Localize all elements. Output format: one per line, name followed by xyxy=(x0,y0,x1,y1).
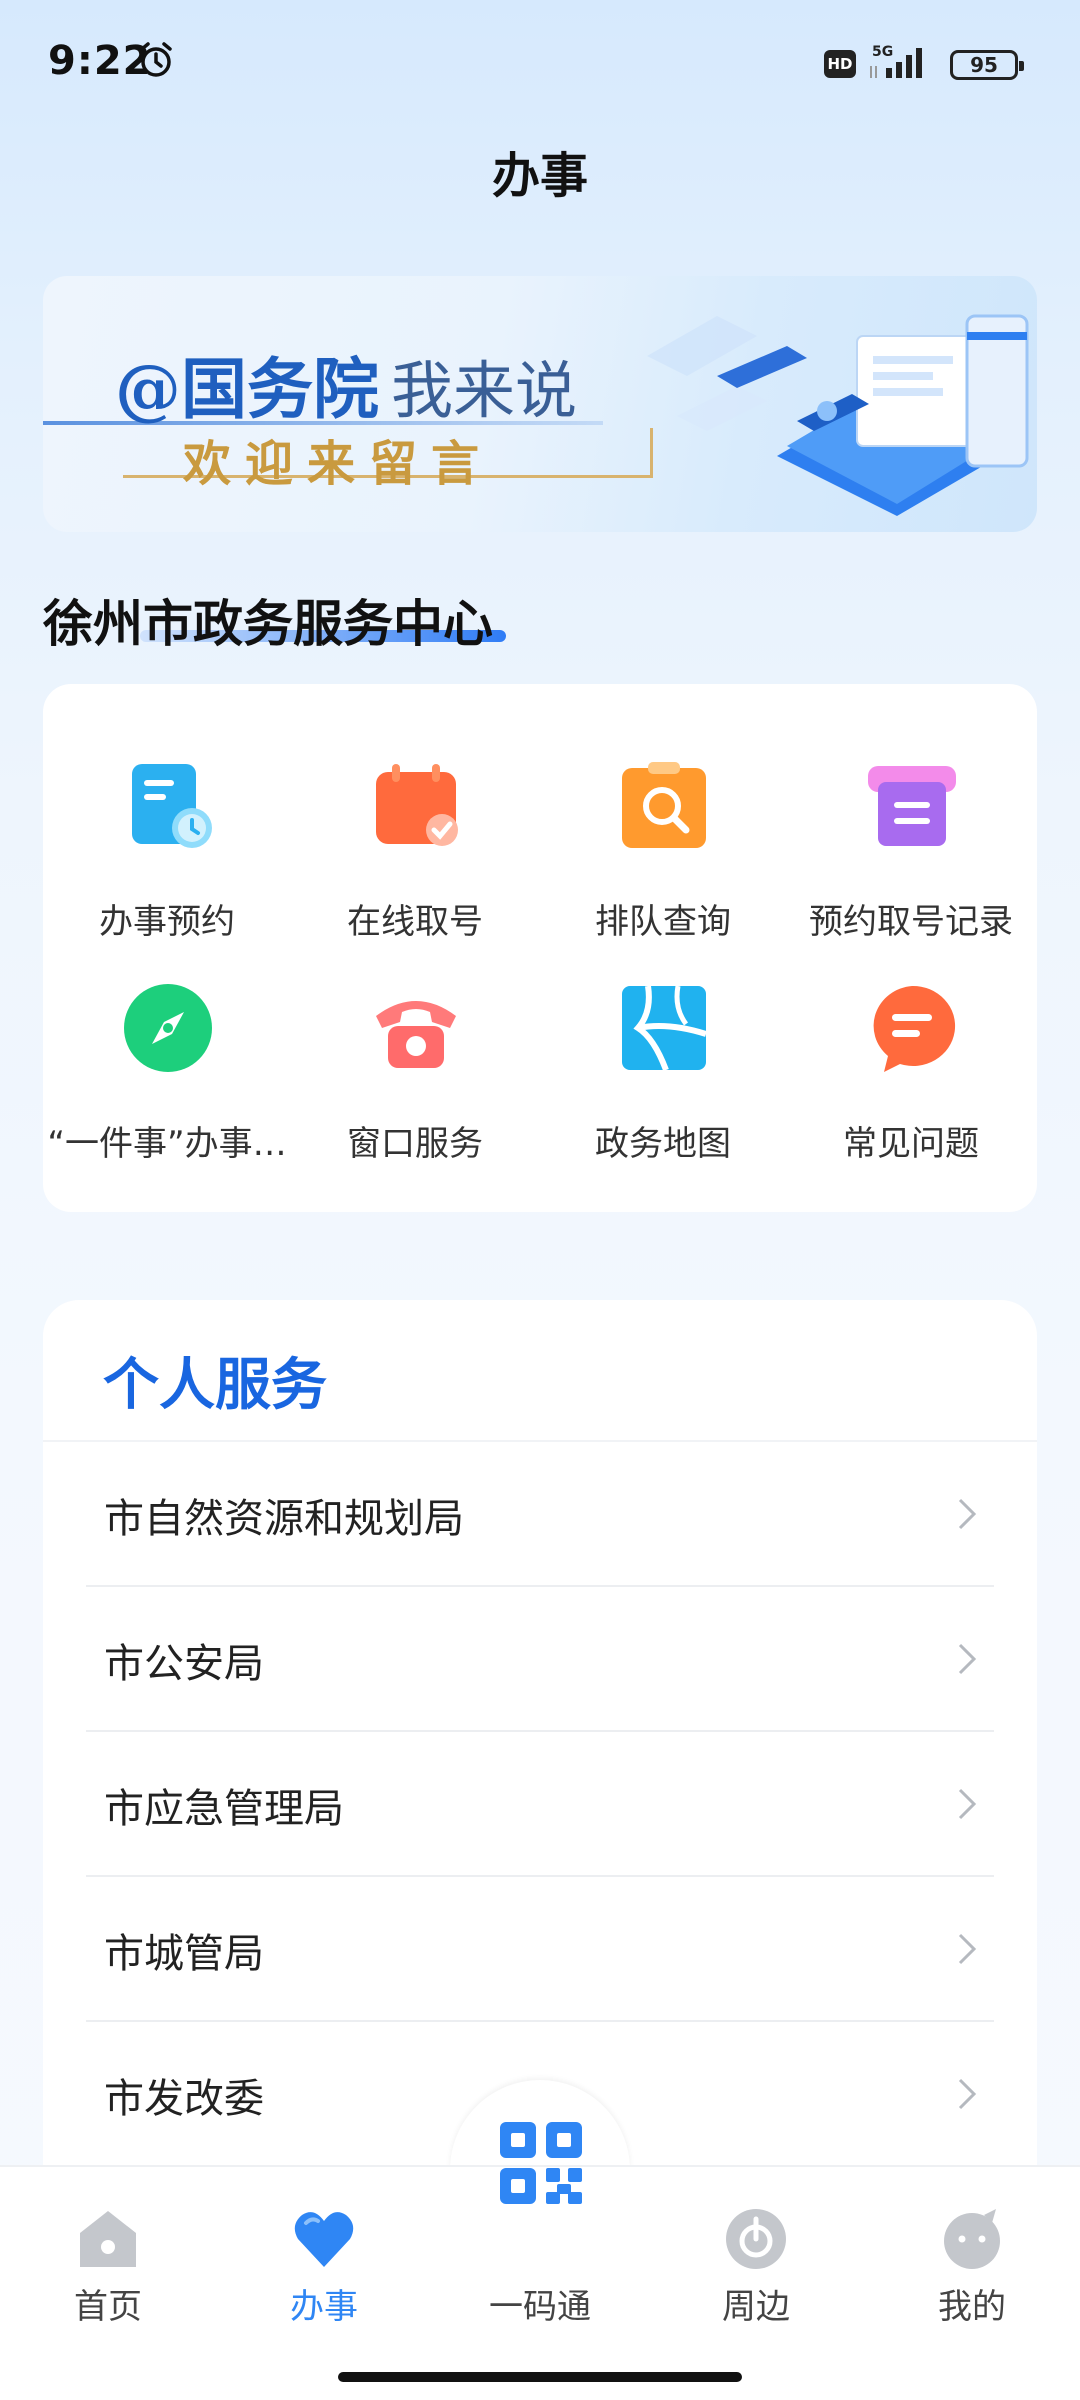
grid-item-ticket-record[interactable]: 预约取号记录 xyxy=(787,724,1035,946)
grid-item-one-thing[interactable]: “一件事”办事… xyxy=(43,946,291,1168)
tab-profile[interactable]: 我的 xyxy=(892,2207,1052,2337)
heart-icon xyxy=(294,2212,354,2267)
chevron-right-icon xyxy=(958,2078,977,2110)
tab-label: 办事 xyxy=(290,2287,358,2327)
grid-item-faq[interactable]: 常见问题 xyxy=(787,946,1035,1168)
alarm-icon xyxy=(140,42,172,77)
appointment-icon xyxy=(132,764,212,848)
list-item-label: 市自然资源和规划局 xyxy=(104,1496,464,1542)
grid-item-gov-map[interactable]: 政务地图 xyxy=(539,946,787,1168)
home-indicator[interactable] xyxy=(338,2372,742,2382)
tab-nearby[interactable]: 周边 xyxy=(676,2207,836,2337)
center-title: 徐州市政务服务中心 xyxy=(43,595,493,653)
tab-label: 一码通 xyxy=(489,2287,591,2327)
profile-icon xyxy=(944,2209,1000,2269)
chevron-right-icon xyxy=(958,1788,977,1820)
hd-badge: HD xyxy=(824,50,856,78)
telephone-icon xyxy=(376,1001,456,1068)
grid-label: 排队查询 xyxy=(595,902,731,942)
service-grid: 办事预约 在线取号 排队查询 预约取号记录 “一件事”办事… 窗口服务 政务地图… xyxy=(43,684,1037,1212)
promo-banner[interactable]: @国务院 我来说 欢迎来留言 xyxy=(43,276,1037,532)
chevron-right-icon xyxy=(958,1933,977,1965)
network-label: 5G xyxy=(872,44,893,60)
home-icon xyxy=(80,2211,136,2267)
signal-icon: 5G xyxy=(870,44,922,78)
tab-label: 我的 xyxy=(938,2287,1006,2327)
grid-label: 预约取号记录 xyxy=(809,902,1013,942)
banner-illustration xyxy=(647,314,1029,516)
grid-item-queue-query[interactable]: 排队查询 xyxy=(539,724,787,946)
chat-bubble-icon xyxy=(873,985,956,1072)
calendar-check-icon xyxy=(376,764,458,846)
grid-item-appointment[interactable]: 办事预约 xyxy=(43,724,291,946)
banner-headline: @国务院 我来说 xyxy=(115,336,577,432)
grid-label: 政务地图 xyxy=(595,1124,731,1164)
grid-label: 窗口服务 xyxy=(347,1124,483,1164)
banner-subtitle: 欢迎来留言 xyxy=(183,436,494,492)
list-item-public-security[interactable]: 市公安局 xyxy=(86,1587,994,1732)
list-item-urban-management[interactable]: 市城管局 xyxy=(86,1877,994,2022)
qr-code-icon[interactable] xyxy=(498,2120,584,2206)
banner-headline-sub: 我来说 xyxy=(391,354,578,427)
list-item-natural-resources[interactable]: 市自然资源和规划局 xyxy=(86,1442,994,1587)
personal-service-card: 个人服务 市自然资源和规划局 市公安局 市应急管理局 市城管局 市发改委 xyxy=(43,1300,1037,2200)
grid-label: 常见问题 xyxy=(843,1124,979,1164)
list-item-label: 市城管局 xyxy=(104,1931,264,1977)
tab-label: 首页 xyxy=(74,2287,142,2327)
banner-headline-main: @国务院 xyxy=(115,350,379,428)
battery-level: 95 xyxy=(970,53,998,77)
tab-services[interactable]: 办事 xyxy=(244,2207,404,2337)
tab-label: 周边 xyxy=(722,2287,790,2327)
tab-qr-code[interactable]: 一码通 xyxy=(460,2207,620,2337)
chevron-right-icon xyxy=(958,1643,977,1675)
tab-home[interactable]: 首页 xyxy=(28,2207,188,2337)
list-item-label: 市应急管理局 xyxy=(104,1786,344,1832)
grid-label: 在线取号 xyxy=(347,902,483,942)
personal-service-title: 个人服务 xyxy=(103,1353,327,1418)
grid-label: 办事预约 xyxy=(99,902,235,942)
grid-item-window-service[interactable]: 窗口服务 xyxy=(291,946,539,1168)
status-bar: 9:22 HD 5G 95 xyxy=(0,0,1080,120)
ticket-record-icon xyxy=(868,766,956,846)
page-title: 办事 xyxy=(491,148,588,204)
map-icon xyxy=(622,985,707,1072)
queue-search-icon xyxy=(622,762,706,848)
chevron-right-icon xyxy=(958,1498,977,1530)
grid-label: “一件事”办事… xyxy=(47,1124,287,1164)
location-icon xyxy=(726,2209,786,2269)
grid-item-online-ticket[interactable]: 在线取号 xyxy=(291,724,539,946)
list-item-label: 市公安局 xyxy=(104,1641,264,1687)
battery-icon: 95 xyxy=(950,50,1024,80)
list-item-emergency[interactable]: 市应急管理局 xyxy=(86,1732,994,1877)
list-item-label: 市发改委 xyxy=(104,2076,264,2122)
compass-icon xyxy=(124,984,212,1072)
